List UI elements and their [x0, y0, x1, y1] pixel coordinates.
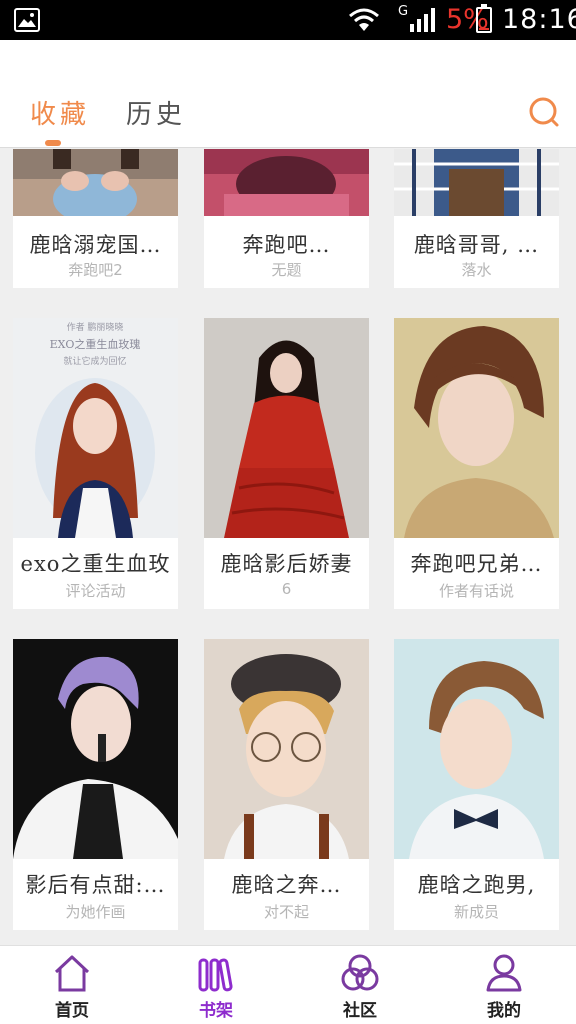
- bookshelf-grid: 鹿晗溺宠国… 奔跑吧2 奔跑吧… 无题 鹿晗哥哥, … 落水 作者 鹏丽晓晓 E…: [0, 149, 576, 945]
- book-cover: [13, 149, 178, 216]
- gallery-notification-icon: [14, 8, 40, 32]
- book-cover: [13, 639, 178, 859]
- book-title: 鹿晗哥哥, …: [413, 233, 540, 257]
- nav-home-label: 首页: [55, 1001, 89, 1021]
- bottom-nav: 首页 书架 社区 我的: [0, 945, 576, 1024]
- header: 收藏 历史: [0, 40, 576, 148]
- book-card[interactable]: 影后有点甜:… 为她作画: [13, 639, 178, 930]
- book-cover: [204, 639, 369, 859]
- community-icon: [341, 954, 379, 991]
- book-cover: [204, 149, 369, 216]
- book-title: 鹿晗影后娇妻: [220, 552, 353, 576]
- book-card[interactable]: 奔跑吧兄弟… 作者有话说: [394, 318, 559, 609]
- nav-bookshelf[interactable]: 书架: [144, 946, 288, 1024]
- wifi-icon: [349, 8, 379, 31]
- bookshelf-icon: [198, 958, 233, 992]
- book-card[interactable]: 鹿晗之跑男, 新成员: [394, 639, 559, 930]
- battery-icon: [476, 4, 492, 33]
- active-tab-indicator: [45, 140, 61, 146]
- book-cover: [204, 318, 369, 538]
- book-latest-chapter: 新成员: [453, 903, 499, 921]
- signal-icon: [410, 8, 435, 32]
- status-bar: G 5% 18:16: [0, 0, 576, 40]
- nav-community-label: 社区: [343, 1001, 377, 1021]
- book-cover: 作者 鹏丽晓晓 EXO之重生血玫瑰 就让它成为回忆: [13, 318, 178, 538]
- book-latest-chapter: 无题: [271, 261, 302, 279]
- book-title: 鹿晗之跑男,: [417, 873, 536, 897]
- nav-profile-label: 我的: [487, 1001, 521, 1021]
- book-card[interactable]: 鹿晗影后娇妻 6: [204, 318, 369, 609]
- search-icon[interactable]: [528, 96, 560, 128]
- cover-tagline: 就让它成为回忆: [63, 355, 126, 367]
- tab-history[interactable]: 历史: [126, 94, 186, 131]
- nav-home[interactable]: 首页: [0, 946, 144, 1024]
- book-latest-chapter: 为她作画: [65, 903, 126, 921]
- book-title: 鹿晗之奔…: [231, 873, 342, 897]
- book-latest-chapter: 奔跑吧2: [68, 261, 123, 279]
- book-title: 鹿晗溺宠国…: [29, 233, 162, 257]
- clock: 18:16: [502, 4, 576, 35]
- book-title: exo之重生血玫: [20, 552, 171, 576]
- book-card[interactable]: 鹿晗之奔… 对不起: [204, 639, 369, 930]
- book-latest-chapter: 落水: [461, 261, 492, 279]
- book-latest-chapter: 对不起: [263, 903, 309, 921]
- book-cover: [394, 149, 559, 216]
- profile-icon: [486, 954, 522, 992]
- cover-author: 作者 鹏丽晓晓: [67, 321, 124, 333]
- book-title: 奔跑吧兄弟…: [410, 552, 543, 576]
- book-card[interactable]: 鹿晗溺宠国… 奔跑吧2: [13, 149, 178, 288]
- network-type: G: [398, 4, 409, 19]
- home-icon: [54, 955, 90, 992]
- nav-community[interactable]: 社区: [288, 946, 432, 1024]
- book-card[interactable]: 作者 鹏丽晓晓 EXO之重生血玫瑰 就让它成为回忆 exo之重生血玫 评论活动: [13, 318, 178, 609]
- book-title: 奔跑吧…: [242, 233, 331, 257]
- nav-bookshelf-label: 书架: [199, 1001, 233, 1021]
- book-latest-chapter: 评论活动: [65, 582, 126, 600]
- book-latest-chapter: 6: [281, 580, 292, 598]
- tab-favorites[interactable]: 收藏: [30, 94, 90, 131]
- book-latest-chapter: 作者有话说: [438, 582, 514, 600]
- book-card[interactable]: 鹿晗哥哥, … 落水: [394, 149, 559, 288]
- book-card[interactable]: 奔跑吧… 无题: [204, 149, 369, 288]
- nav-profile[interactable]: 我的: [432, 946, 576, 1024]
- book-cover: [394, 639, 559, 859]
- book-title: 影后有点甜:…: [25, 873, 166, 897]
- cover-title: EXO之重生血玫瑰: [50, 337, 141, 351]
- book-cover: [394, 318, 559, 538]
